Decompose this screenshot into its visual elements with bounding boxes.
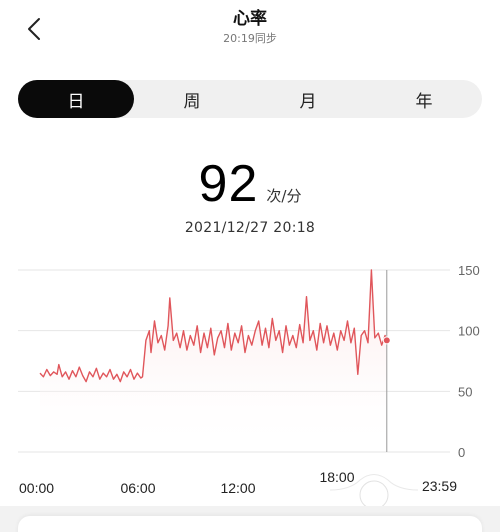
heart-rate-chart[interactable]: 150 100 50 0 00:00 06:00 12:00 18:00 23:59 (0, 255, 500, 532)
period-tabs: 日 周 月 年 (18, 80, 482, 118)
page-header: 心率 20:19同步 (0, 8, 500, 48)
page-title: 心率 (233, 9, 267, 29)
y-tick-label: 100 (458, 324, 480, 339)
heart-rate-value: 92 (198, 155, 259, 213)
x-tick-label: 00:00 (19, 480, 54, 496)
bottom-card (18, 516, 482, 532)
y-tick-label: 0 (458, 445, 465, 460)
x-tick-label: 06:00 (120, 480, 155, 496)
reading-datetime: 2021/12/27 20:18 (184, 220, 316, 236)
tab-week[interactable]: 周 (134, 80, 250, 118)
x-tick-label: 12:00 (220, 480, 255, 496)
tab-month[interactable]: 月 (250, 80, 366, 118)
y-tick-label: 50 (458, 384, 472, 399)
tab-day[interactable]: 日 (18, 80, 134, 118)
y-tick-label: 150 (458, 263, 480, 278)
selected-point (382, 336, 391, 345)
x-tick-label: 23:59 (422, 478, 457, 494)
series-area (40, 270, 387, 452)
sync-status: 20:19同步 (223, 32, 277, 45)
heart-rate-reading: 92 次/分 (0, 154, 500, 214)
heart-rate-unit: 次/分 (266, 187, 302, 205)
time-slider-handle[interactable] (359, 480, 389, 510)
x-tick-label: 18:00 (319, 469, 354, 485)
tab-year[interactable]: 年 (366, 80, 482, 118)
